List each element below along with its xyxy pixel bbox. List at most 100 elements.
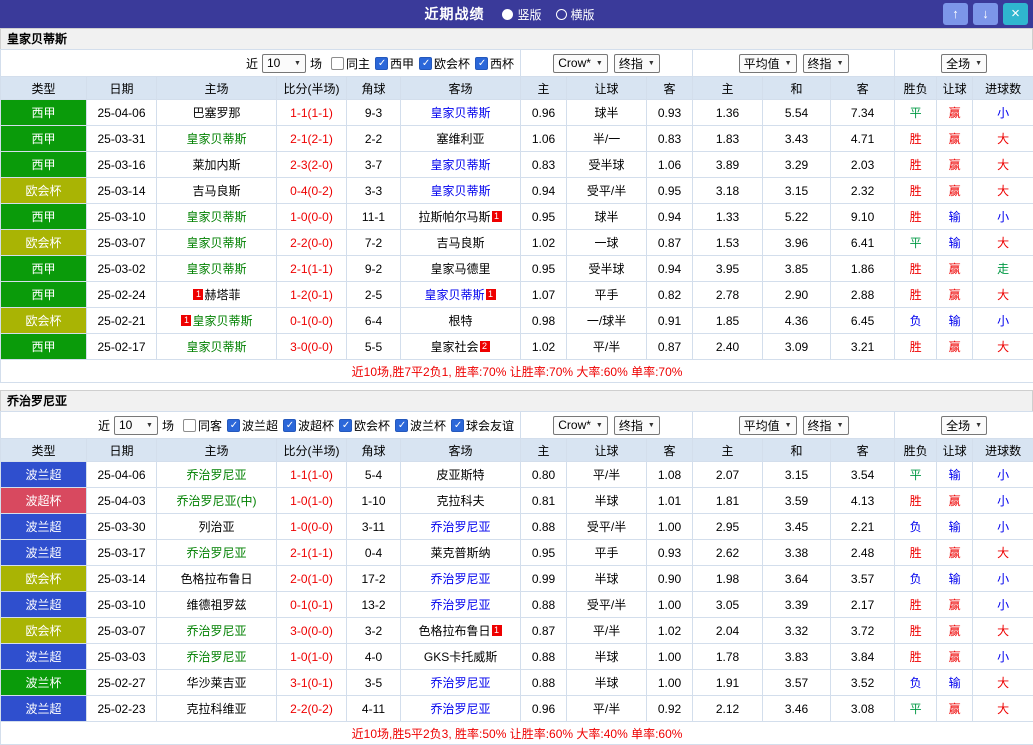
handicap-odds-source-select[interactable]: Crow*▼ bbox=[553, 54, 608, 73]
away-team-name[interactable]: 塞维利亚 bbox=[437, 132, 485, 146]
away-team-name[interactable]: 色格拉布鲁日 bbox=[419, 624, 491, 638]
score-link[interactable]: 0-1(0-0) bbox=[290, 314, 333, 328]
checkbox-icon[interactable] bbox=[283, 419, 296, 432]
europe-odds-source-select[interactable]: 平均值▼ bbox=[739, 416, 797, 435]
move-up-button[interactable]: ↑ bbox=[943, 3, 968, 25]
filter-checkbox[interactable]: 波超杯 bbox=[283, 417, 334, 434]
score-link[interactable]: 2-2(0-0) bbox=[290, 236, 333, 250]
away-team-name[interactable]: GKS卡托威斯 bbox=[424, 650, 497, 664]
radio-icon[interactable] bbox=[502, 9, 513, 20]
checkbox-icon[interactable] bbox=[419, 57, 432, 70]
checkbox-icon[interactable] bbox=[331, 57, 344, 70]
away-team-name[interactable]: 根特 bbox=[449, 314, 473, 328]
home-team-name[interactable]: 皇家贝蒂斯 bbox=[186, 236, 246, 250]
handicap-odds-time-select[interactable]: 终指▼ bbox=[614, 54, 660, 73]
home-team-name[interactable]: 乔治罗尼亚 bbox=[186, 546, 246, 560]
filter-checkbox[interactable]: 波兰杯 bbox=[395, 417, 446, 434]
score-link[interactable]: 1-0(1-0) bbox=[290, 650, 333, 664]
match-scope-select[interactable]: 全场▼ bbox=[941, 54, 987, 73]
score-link[interactable]: 1-0(1-0) bbox=[290, 494, 333, 508]
away-team-name[interactable]: 皇家贝蒂斯 bbox=[431, 106, 491, 120]
home-team-name[interactable]: 皇家贝蒂斯 bbox=[186, 132, 246, 146]
filter-checkbox[interactable]: 欧会杯 bbox=[339, 417, 390, 434]
score-link[interactable]: 3-1(0-1) bbox=[290, 676, 333, 690]
home-team-name[interactable]: 华沙莱吉亚 bbox=[186, 676, 246, 690]
home-team-name[interactable]: 皇家贝蒂斯 bbox=[192, 314, 252, 328]
home-team-name[interactable]: 皇家贝蒂斯 bbox=[186, 262, 246, 276]
score-link[interactable]: 1-0(0-0) bbox=[290, 520, 333, 534]
close-button[interactable]: × bbox=[1003, 3, 1028, 25]
home-team-name[interactable]: 赫塔菲 bbox=[204, 288, 240, 302]
away-team-name[interactable]: 皇家社会 bbox=[431, 340, 479, 354]
away-team-name[interactable]: 克拉科夫 bbox=[437, 494, 485, 508]
score-link[interactable]: 2-1(1-1) bbox=[290, 546, 333, 560]
layout-radio-vertical[interactable]: 竖版 bbox=[502, 6, 541, 23]
score-link[interactable]: 1-0(0-0) bbox=[290, 210, 333, 224]
checkbox-icon[interactable] bbox=[227, 419, 240, 432]
layout-radio-horizontal[interactable]: 横版 bbox=[556, 6, 595, 23]
move-down-button[interactable]: ↓ bbox=[973, 3, 998, 25]
match-count-select[interactable]: 10▼ bbox=[114, 416, 158, 435]
home-team-name[interactable]: 吉马良斯 bbox=[192, 184, 240, 198]
score-link[interactable]: 0-4(0-2) bbox=[290, 184, 333, 198]
filter-checkbox[interactable]: 同客 bbox=[183, 417, 222, 434]
checkbox-icon[interactable] bbox=[451, 419, 464, 432]
score-link[interactable]: 2-1(1-1) bbox=[290, 262, 333, 276]
away-team-name[interactable]: 拉斯帕尔马斯 bbox=[419, 210, 491, 224]
score-link[interactable]: 2-1(2-1) bbox=[290, 132, 333, 146]
home-team-name[interactable]: 克拉科维亚 bbox=[186, 702, 246, 716]
score-link[interactable]: 1-1(1-1) bbox=[290, 106, 333, 120]
home-team-name[interactable]: 色格拉布鲁日 bbox=[180, 572, 252, 586]
score-link[interactable]: 3-0(0-0) bbox=[290, 624, 333, 638]
match-count-select[interactable]: 10▼ bbox=[262, 54, 306, 73]
score-link[interactable]: 2-2(0-2) bbox=[290, 702, 333, 716]
home-team-name[interactable]: 乔治罗尼亚 bbox=[186, 650, 246, 664]
score-link[interactable]: 3-0(0-0) bbox=[290, 340, 333, 354]
away-team-name[interactable]: 莱克普斯纳 bbox=[431, 546, 491, 560]
handicap-odds-source-select[interactable]: Crow*▼ bbox=[553, 416, 608, 435]
radio-icon[interactable] bbox=[556, 9, 567, 20]
filter-checkbox[interactable]: 同主 bbox=[331, 55, 370, 72]
away-team-name[interactable]: 乔治罗尼亚 bbox=[431, 702, 491, 716]
away-team-name[interactable]: 乔治罗尼亚 bbox=[431, 520, 491, 534]
home-team-name[interactable]: 维德祖罗兹 bbox=[186, 598, 246, 612]
league-cell: 欧会杯 bbox=[1, 618, 87, 644]
match-scope-select[interactable]: 全场▼ bbox=[941, 416, 987, 435]
filter-checkbox[interactable]: 西杯 bbox=[475, 55, 514, 72]
score-link[interactable]: 1-2(0-1) bbox=[290, 288, 333, 302]
home-team-name[interactable]: 乔治罗尼亚(中) bbox=[177, 494, 257, 508]
away-team-name[interactable]: 吉马良斯 bbox=[437, 236, 485, 250]
europe-odds-source-select[interactable]: 平均值▼ bbox=[739, 54, 797, 73]
filter-checkbox[interactable]: 波兰超 bbox=[227, 417, 278, 434]
home-team-name[interactable]: 列治亚 bbox=[198, 520, 234, 534]
home-team-name[interactable]: 皇家贝蒂斯 bbox=[186, 340, 246, 354]
away-team-name[interactable]: 皇家贝蒂斯 bbox=[431, 158, 491, 172]
checkbox-icon[interactable] bbox=[375, 57, 388, 70]
home-team-name[interactable]: 皇家贝蒂斯 bbox=[186, 210, 246, 224]
away-team-name[interactable]: 皇家贝蒂斯 bbox=[425, 288, 485, 302]
away-team-name[interactable]: 皇家贝蒂斯 bbox=[431, 184, 491, 198]
away-team-name[interactable]: 皮亚斯特 bbox=[437, 468, 485, 482]
home-team-name[interactable]: 莱加内斯 bbox=[192, 158, 240, 172]
checkbox-icon[interactable] bbox=[339, 419, 352, 432]
home-team-name[interactable]: 乔治罗尼亚 bbox=[186, 468, 246, 482]
checkbox-icon[interactable] bbox=[475, 57, 488, 70]
filter-checkbox[interactable]: 西甲 bbox=[375, 55, 414, 72]
handicap-odds-time-select[interactable]: 终指▼ bbox=[614, 416, 660, 435]
filter-checkbox[interactable]: 球会友谊 bbox=[451, 417, 514, 434]
score-link[interactable]: 0-1(0-1) bbox=[290, 598, 333, 612]
away-team-name[interactable]: 乔治罗尼亚 bbox=[431, 572, 491, 586]
home-team-name[interactable]: 巴塞罗那 bbox=[192, 106, 240, 120]
europe-odds-time-select[interactable]: 终指▼ bbox=[803, 54, 849, 73]
europe-odds-time-select[interactable]: 终指▼ bbox=[803, 416, 849, 435]
score-link[interactable]: 2-0(1-0) bbox=[290, 572, 333, 586]
away-team-name[interactable]: 乔治罗尼亚 bbox=[431, 676, 491, 690]
checkbox-icon[interactable] bbox=[183, 419, 196, 432]
away-team-name[interactable]: 皇家马德里 bbox=[431, 262, 491, 276]
away-team-name[interactable]: 乔治罗尼亚 bbox=[431, 598, 491, 612]
filter-checkbox[interactable]: 欧会杯 bbox=[419, 55, 470, 72]
score-link[interactable]: 2-3(2-0) bbox=[290, 158, 333, 172]
home-team-name[interactable]: 乔治罗尼亚 bbox=[186, 624, 246, 638]
checkbox-icon[interactable] bbox=[395, 419, 408, 432]
score-link[interactable]: 1-1(1-0) bbox=[290, 468, 333, 482]
